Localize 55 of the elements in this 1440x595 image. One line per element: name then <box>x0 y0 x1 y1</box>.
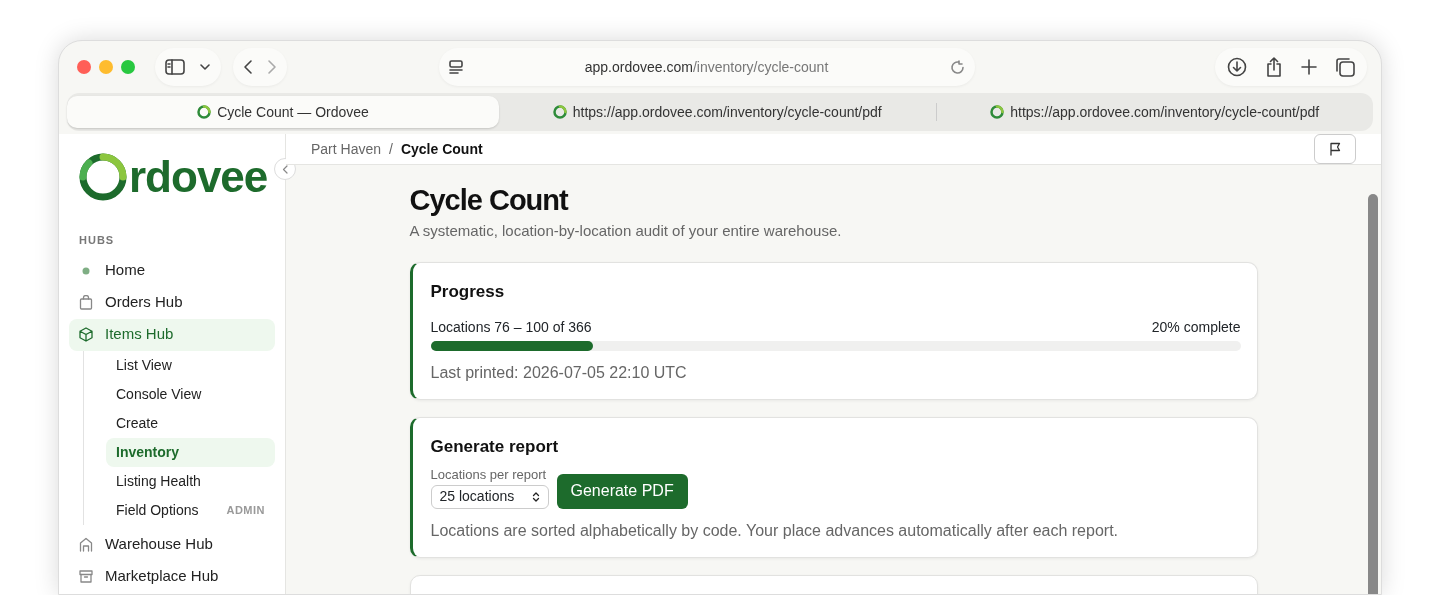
breadcrumb-separator: / <box>389 139 393 159</box>
select-field[interactable]: 25 locations <box>430 484 549 509</box>
address-text[interactable]: app.ordovee.com/inventory/cycle-count <box>584 56 829 78</box>
breadcrumb-link[interactable]: Part Haven <box>311 138 382 160</box>
admin-label: ADMIN <box>226 502 265 518</box>
page-menu-icon[interactable] <box>449 60 463 74</box>
field-label: Locations per report <box>430 466 548 485</box>
favicon-icon <box>990 105 1005 119</box>
plus-icon[interactable] <box>1301 59 1317 75</box>
sidebar-subitem[interactable]: Inventory <box>106 437 275 467</box>
reload-icon[interactable] <box>950 59 965 75</box>
logo-text: rdovee <box>129 155 268 199</box>
warehouse-icon <box>79 537 93 552</box>
share-icon[interactable] <box>1265 57 1283 77</box>
page-subtitle: A systematic, location-by-location audit of your entire warehouse. <box>409 220 843 241</box>
sidebar-item[interactable]: Marketplace Hub <box>69 560 275 593</box>
card-title: Generate report <box>430 435 560 458</box>
sidebar-subitem[interactable]: List View <box>106 350 275 380</box>
sidebar-subitem[interactable]: Field Options ADMIN <box>106 495 275 525</box>
archive-icon <box>79 569 93 584</box>
card-title: Progress <box>430 281 506 304</box>
cube-icon <box>79 327 93 342</box>
breadcrumb-current: Cycle Count <box>400 139 483 159</box>
sidebar-subitem[interactable]: Create <box>106 408 275 438</box>
note-text: Locations are sorted alphabetically by code. Your place advances automatically after each report. <box>430 520 1120 541</box>
tabs-overview-icon[interactable] <box>1335 57 1355 77</box>
flag-button[interactable] <box>1314 134 1356 164</box>
sidebar-item[interactable]: Orders Hub <box>69 286 275 319</box>
sidebar-subitem[interactable]: Listing Health <box>106 466 275 496</box>
logo-ring-icon <box>77 152 129 202</box>
browser-tab[interactable]: Cycle Count — Ordovee <box>67 96 499 128</box>
back-icon[interactable] <box>243 59 253 75</box>
sidebar-item[interactable]: Items Hub <box>69 318 275 351</box>
sidebar-item[interactable]: Home <box>69 254 275 287</box>
range-text: Locations 76 – 100 of 366 <box>430 317 592 337</box>
sidebar-subitem[interactable]: Console View <box>106 379 275 409</box>
download-icon[interactable] <box>1227 57 1247 77</box>
favicon-icon <box>197 105 212 119</box>
bag-icon <box>79 295 93 310</box>
flag-icon <box>1329 142 1341 156</box>
generate-pdf-button[interactable]: Generate PDF <box>556 473 688 509</box>
address-bar[interactable]: app.ordovee.com/inventory/cycle-count <box>439 48 975 86</box>
chevron-down-icon[interactable] <box>199 63 211 71</box>
section-label: HUBS <box>79 233 116 248</box>
sidebar-icon[interactable] <box>165 58 185 76</box>
updown-chevron-icon <box>531 490 540 503</box>
page-title: Cycle Count <box>409 183 570 218</box>
browser-tab[interactable]: https://app.ordovee.com/inventory/cycle-count/pdf <box>499 96 936 128</box>
window-control-icon[interactable] <box>77 60 91 74</box>
last-printed-text: Last printed: 2026-07-05 22:10 UTC <box>430 362 688 383</box>
dot-icon <box>82 266 90 275</box>
favicon-icon <box>552 105 567 119</box>
percent-text: 20% complete <box>1151 317 1241 337</box>
sidebar-item[interactable]: Warehouse Hub <box>69 528 275 561</box>
browser-tab[interactable]: https://app.ordovee.com/inventory/cycle-count/pdf <box>936 96 1373 128</box>
